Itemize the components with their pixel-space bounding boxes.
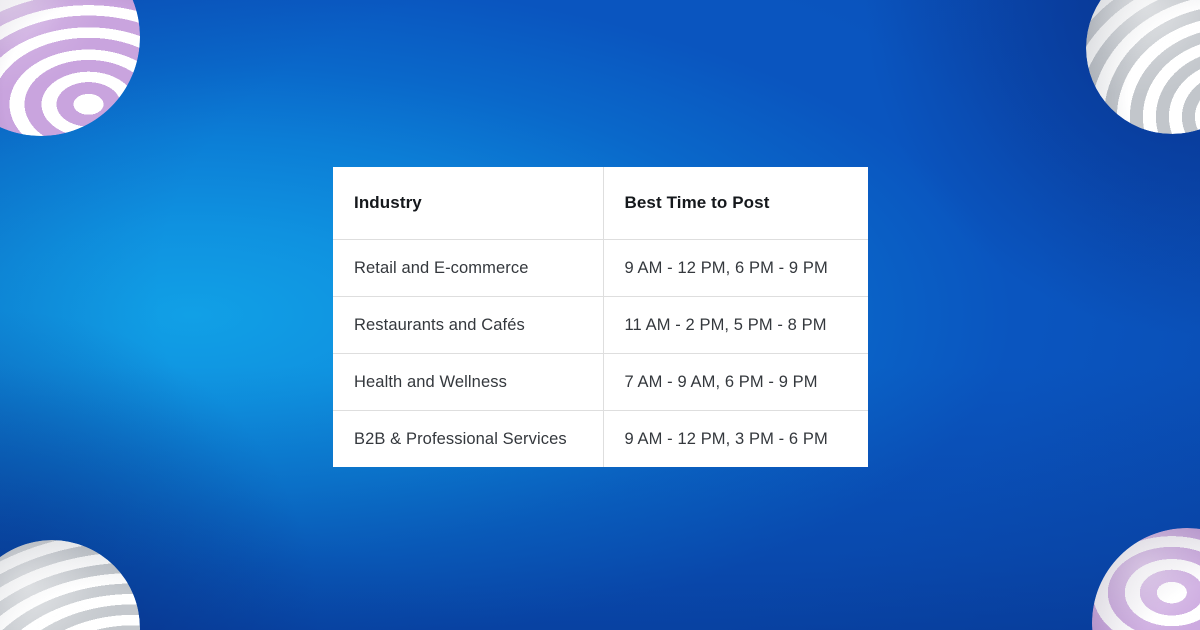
cell-best-time: 7 AM - 9 AM, 6 PM - 9 PM bbox=[603, 353, 868, 411]
cell-industry: Health and Wellness bbox=[333, 353, 604, 411]
cell-industry: Restaurants and Cafés bbox=[333, 296, 604, 354]
cell-industry: Retail and E-commerce bbox=[333, 239, 604, 297]
column-header-industry: Industry bbox=[333, 167, 604, 240]
cell-best-time: 9 AM - 12 PM, 6 PM - 9 PM bbox=[603, 239, 868, 297]
table-row: Restaurants and Cafés 11 AM - 2 PM, 5 PM… bbox=[333, 296, 868, 354]
cell-best-time: 9 AM - 12 PM, 3 PM - 6 PM bbox=[624, 429, 828, 448]
table-header-row: Industry Best Time to Post bbox=[333, 167, 868, 240]
best-time-to-post-table: Industry Best Time to Post Retail and E-… bbox=[333, 167, 868, 467]
table-body: Retail and E-commerce 9 AM - 12 PM, 6 PM… bbox=[333, 239, 868, 467]
table-header: Industry Best Time to Post bbox=[333, 167, 868, 240]
column-header-best-time: Best Time to Post bbox=[603, 167, 868, 240]
table-row: Health and Wellness 7 AM - 9 AM, 6 PM - … bbox=[333, 353, 868, 411]
best-time-to-post-table-card: Industry Best Time to Post Retail and E-… bbox=[333, 167, 868, 467]
poster-canvas: Industry Best Time to Post Retail and E-… bbox=[0, 0, 1200, 630]
table-row: B2B & Professional Services 9 AM - 12 PM… bbox=[333, 410, 868, 467]
table-row: Retail and E-commerce 9 AM - 12 PM, 6 PM… bbox=[333, 239, 868, 297]
cell-best-time: 11 AM - 2 PM, 5 PM - 8 PM bbox=[603, 296, 868, 354]
cell-industry: B2B & Professional Services bbox=[333, 410, 604, 467]
